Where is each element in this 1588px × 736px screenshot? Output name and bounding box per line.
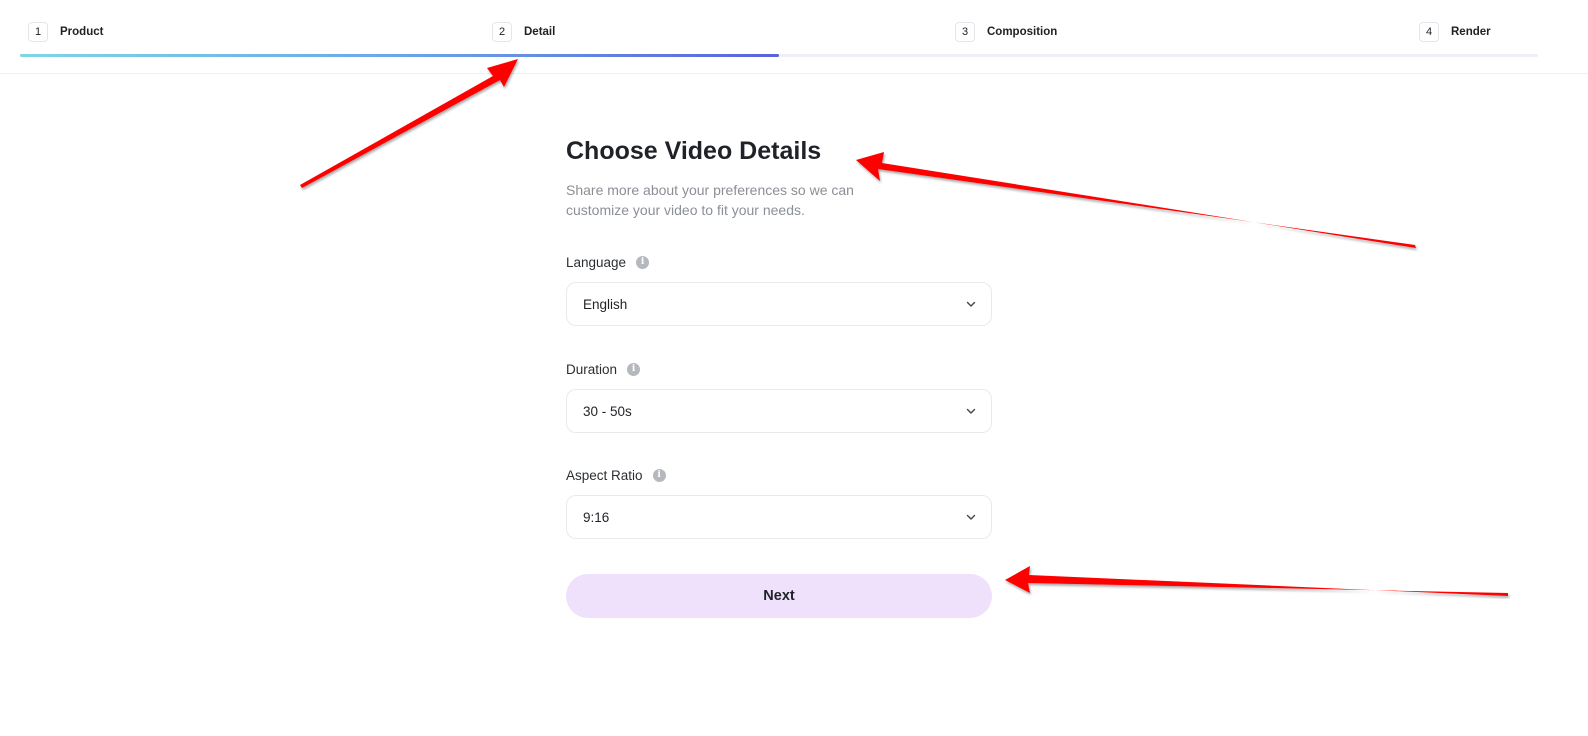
step-label: Detail [524, 26, 556, 38]
select-value: 30 - 50s [583, 403, 632, 419]
page-subtitle: Share more about your preferences so we … [566, 182, 854, 218]
annotation-arrow-icon [300, 59, 518, 188]
aspect-ratio-field: Aspect Ratio i 9:16 [566, 466, 992, 539]
annotation-arrow-icon [1005, 566, 1508, 596]
chevron-down-icon [965, 511, 977, 523]
info-icon[interactable]: i [636, 255, 650, 269]
duration-label: Duration i [566, 360, 992, 378]
step-number: 4 [1419, 22, 1439, 42]
progress-track [20, 54, 1538, 57]
field-label-text: Aspect Ratio [566, 467, 643, 483]
stepper: 1 Product 2 Detail 3 Composition 4 Rende… [20, 0, 1538, 74]
chevron-down-icon [965, 298, 977, 310]
language-field: Language i English [566, 253, 992, 326]
language-select[interactable]: English [566, 282, 992, 326]
chevron-down-icon [965, 405, 977, 417]
duration-field: Duration i 30 - 50s [566, 360, 992, 433]
progress-fill [20, 54, 779, 57]
step-label: Render [1451, 26, 1491, 38]
language-label: Language i [566, 253, 992, 271]
step-number: 1 [28, 22, 48, 42]
info-icon[interactable]: i [652, 468, 666, 482]
step-number: 3 [955, 22, 975, 42]
video-details-form: Choose Video Details Share more about yo… [566, 133, 992, 618]
step-render[interactable]: 4 Render [1419, 22, 1491, 42]
next-button[interactable]: Next [566, 574, 992, 618]
step-label: Product [60, 26, 104, 38]
field-label-text: Duration [566, 361, 618, 377]
step-number: 2 [492, 22, 512, 42]
page: 1 Product 2 Detail 3 Composition 4 Rende… [0, 0, 1588, 736]
header-divider [0, 73, 1588, 74]
step-product[interactable]: 1 Product [28, 22, 103, 42]
select-value: English [583, 296, 628, 312]
field-label-text: Language [566, 254, 627, 270]
step-label: Composition [987, 26, 1058, 38]
select-value: 9:16 [583, 509, 610, 525]
duration-select[interactable]: 30 - 50s [566, 389, 992, 433]
step-detail[interactable]: 2 Detail [492, 22, 555, 42]
aspect-ratio-select[interactable]: 9:16 [566, 495, 992, 539]
step-composition[interactable]: 3 Composition [955, 22, 1057, 42]
page-title: Choose Video Details [566, 137, 822, 165]
aspect-ratio-label: Aspect Ratio i [566, 466, 992, 484]
info-icon[interactable]: i [627, 362, 641, 376]
